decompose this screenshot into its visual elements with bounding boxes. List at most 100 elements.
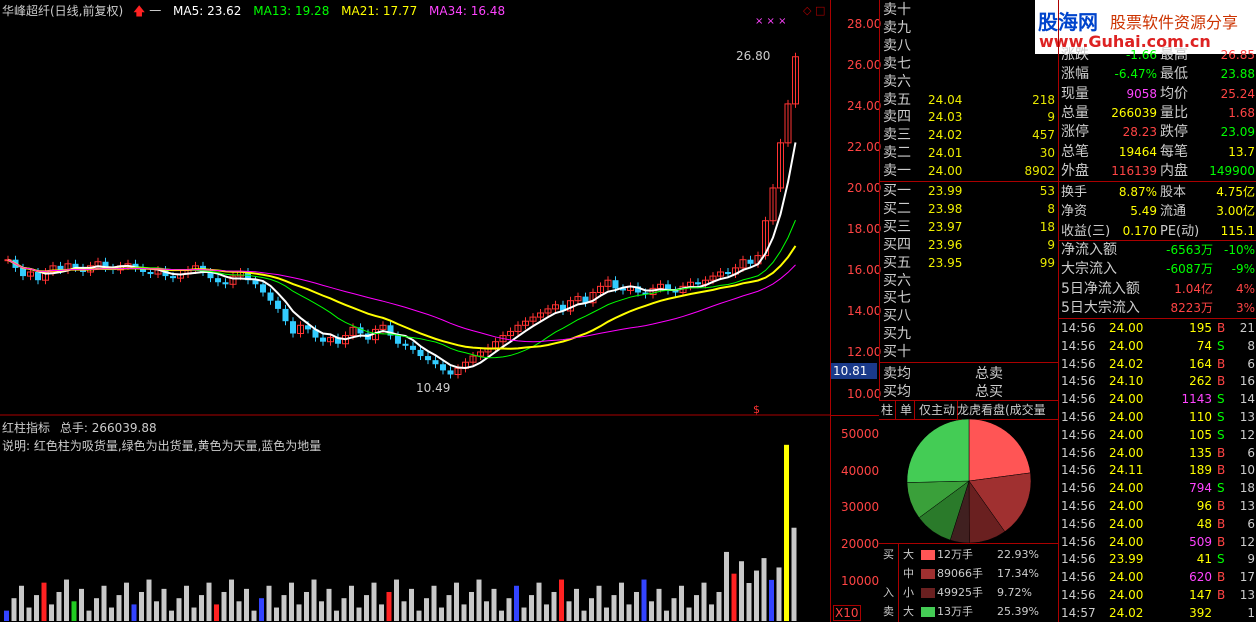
buy-level-row[interactable]: 买八: [880, 308, 1059, 325]
volume-bar: [559, 579, 564, 621]
trade-tick-row[interactable]: 14:56 24.00 794 S 18: [1059, 479, 1256, 497]
volume-bar: [259, 598, 264, 621]
trade-tick-row[interactable]: 14:56 24.00 509 B 12: [1059, 533, 1256, 551]
analysis-tabs: 柱 单 仅主动 龙虎看盘(成交量按: [879, 400, 1058, 420]
volume-bar: [739, 561, 744, 621]
trade-tick-row[interactable]: 14:56 23.99 41 S 9: [1059, 550, 1256, 568]
stats-row: 涨停 28.23 跌停 23.09: [1059, 123, 1256, 143]
buy-level-row[interactable]: 买四 23.96 9: [880, 237, 1059, 254]
trade-tick-row[interactable]: 14:56 24.00 105 S 12: [1059, 426, 1256, 444]
tick-time: 14:56: [1061, 499, 1096, 513]
stat-value: 3.00亿: [1216, 204, 1255, 219]
buy-level-row[interactable]: 买九: [880, 326, 1059, 343]
pie-legend-swatch: [921, 569, 935, 579]
volume-bar: [596, 585, 602, 621]
volume-bar: [776, 567, 782, 621]
tick-count: 12: [1239, 427, 1255, 442]
flow-key: 大宗流入: [1061, 261, 1117, 278]
tick-direction: B: [1217, 321, 1226, 335]
trade-tick-row[interactable]: 14:56 24.00 620 B 17: [1059, 568, 1256, 586]
volume-bar: [326, 588, 332, 621]
volume-bar: [491, 588, 497, 621]
trade-tick-row[interactable]: 14:56 24.00 1143 S 14: [1059, 390, 1256, 408]
stat-key: 涨幅: [1061, 66, 1089, 83]
sell-level-row[interactable]: 卖三 24.02 457: [880, 127, 1059, 144]
sell-level-row[interactable]: 卖二 24.01 30: [880, 145, 1059, 162]
sell-level-row[interactable]: 卖四 24.03 9: [880, 109, 1059, 126]
sell-level-row[interactable]: 卖八: [880, 38, 1059, 55]
price-tick: 12.00: [847, 345, 882, 359]
stat-value: 116139: [1111, 163, 1157, 178]
price-tick: 22.00: [847, 140, 882, 154]
volume-bar: [656, 588, 662, 621]
sell-level-row[interactable]: 卖五 24.04 218: [880, 92, 1059, 109]
price-axis: 28.00 26.00 24.00 22.00 20.00 18.00 16.00 14.00…: [830, 0, 882, 622]
sell-level-label: 卖一: [883, 163, 911, 180]
tick-volume: 147: [1189, 588, 1212, 602]
sell-level-volume: 30: [1039, 146, 1055, 161]
flow-key: 净流入额: [1061, 242, 1117, 258]
volume-bar: [424, 598, 429, 621]
sell-level-row[interactable]: 卖一 24.00 8902: [880, 163, 1059, 180]
sell-level-volume: 9: [1047, 110, 1055, 125]
pie-legend-amount: 12万手: [937, 548, 973, 561]
volume-bar: [56, 591, 62, 621]
stat-key: 总笔: [1061, 143, 1089, 160]
trade-tick-row[interactable]: 14:56 24.00 96 B 13: [1059, 497, 1256, 515]
trade-tick-row[interactable]: 14:56 24.00 74 S 8: [1059, 337, 1256, 355]
tick-time: 14:56: [1061, 445, 1096, 460]
volume-bar: [536, 582, 542, 621]
buy-level-row[interactable]: 买一 23.99 53: [880, 183, 1059, 200]
tab-dragon-tiger[interactable]: 龙虎看盘(成交量按: [955, 401, 1058, 419]
volume-bar: [281, 595, 287, 621]
candle-body: [417, 349, 424, 357]
window-ctrl-icon[interactable]: ◇ □: [803, 4, 825, 17]
trade-tick-row[interactable]: 14:56 24.00 48 B 6: [1059, 515, 1256, 533]
buy-level-label: 买六: [883, 272, 911, 289]
flow-value: 1.04亿: [1174, 281, 1213, 296]
stat-key: 每笔: [1160, 143, 1188, 160]
sell-level-row[interactable]: 卖十: [880, 2, 1059, 19]
buy-level-row[interactable]: 买三 23.97 18: [880, 219, 1059, 236]
sell-level-row[interactable]: 卖七: [880, 56, 1059, 73]
buy-level-row[interactable]: 买十: [880, 344, 1059, 361]
multiplier-label: X10: [833, 605, 861, 621]
tick-price: 24.02: [1109, 356, 1144, 371]
buy-level-row[interactable]: 买二 23.98 8: [880, 201, 1059, 218]
tick-time: 14:56: [1061, 481, 1096, 496]
tab-bar[interactable]: 柱: [879, 401, 897, 419]
candlestick-chart[interactable]: 26.80 10.49 × × × ◇ □ $: [0, 0, 830, 416]
volume-chart[interactable]: [0, 416, 830, 622]
trade-tick-row[interactable]: 14:56 24.00 135 B 6: [1059, 444, 1256, 462]
trade-tick-row[interactable]: 14:56 24.10 262 B 16: [1059, 372, 1256, 390]
sell-level-price: 24.02: [928, 128, 963, 143]
buy-level-row[interactable]: 买五 23.95 99: [880, 255, 1059, 272]
volume-bar: [26, 607, 32, 621]
sell-level-row[interactable]: 卖六: [880, 74, 1059, 91]
trade-tick-row[interactable]: 14:56 24.00 147 B 13: [1059, 586, 1256, 604]
buy-level-row[interactable]: 买七: [880, 290, 1059, 307]
candle-body: [275, 300, 281, 309]
sell-level-row[interactable]: 卖九: [880, 20, 1059, 37]
price-tick: 18.00: [847, 222, 882, 236]
trade-tick-row[interactable]: 14:56 24.11 189 B 10: [1059, 461, 1256, 479]
volume-bar: [581, 610, 587, 621]
stat-value: 23.88: [1220, 67, 1255, 82]
tick-price: 23.99: [1109, 552, 1144, 567]
trade-tick-row[interactable]: 14:56 24.02 164 B 6: [1059, 355, 1256, 373]
tab-active-only[interactable]: 仅主动: [917, 401, 959, 419]
trade-tick-row[interactable]: 14:56 24.00 110 S 13: [1059, 408, 1256, 426]
volume-bar: [386, 591, 392, 621]
tick-volume: 392: [1189, 605, 1212, 620]
tab-order[interactable]: 单: [898, 401, 916, 419]
stat-value: 266039: [1111, 105, 1157, 120]
volume-bar: [79, 588, 84, 621]
high-price-label: 26.80: [736, 49, 770, 63]
trade-tick-row[interactable]: 14:56 24.00 195 B 21: [1059, 319, 1256, 337]
stat-value: 115.1: [1220, 223, 1255, 238]
tick-volume: 620: [1189, 570, 1212, 585]
volume-bar: [199, 595, 204, 621]
buy-level-row[interactable]: 买六: [880, 273, 1059, 290]
avg-buy-label: 买均: [883, 384, 911, 400]
trade-tick-row[interactable]: 14:57 24.02 392 1: [1059, 604, 1256, 622]
